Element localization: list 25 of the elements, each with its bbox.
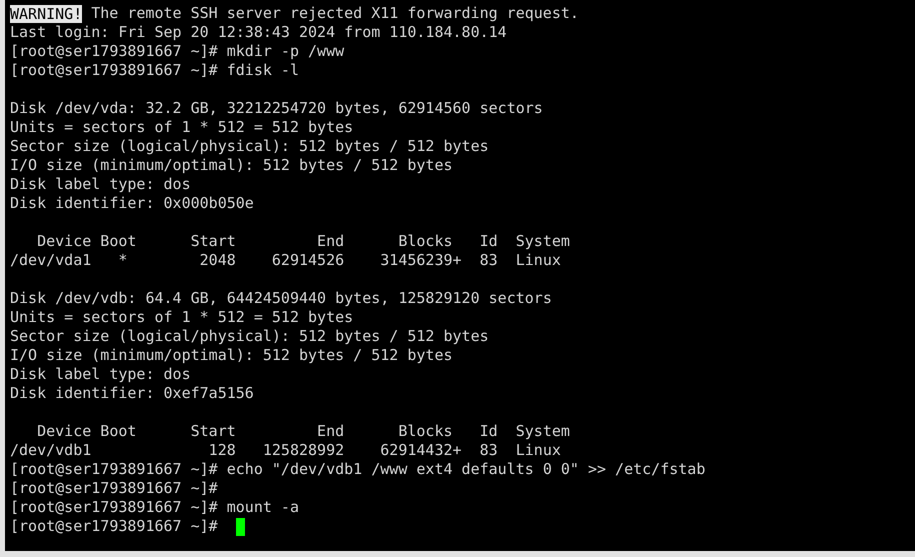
terminal-line: [root@ser1793891667 ~]# mkdir -p /www [10, 42, 344, 61]
terminal-line: I/O size (minimum/optimal): 512 bytes / 512 bytes [10, 156, 453, 175]
terminal-line: [root@ser1793891667 ~]# [10, 479, 218, 498]
terminal-line: Disk identifier: 0x000b050e [10, 194, 254, 213]
terminal-line: Sector size (logical/physical): 512 bytes / 512 bytes [10, 327, 489, 346]
terminal-line: The remote SSH server rejected X11 forwarding request. [91, 4, 579, 23]
terminal-line: Disk identifier: 0xef7a5156 [10, 384, 254, 403]
terminal-line: [root@ser1793891667 ~]# fdisk -l [10, 61, 299, 80]
terminal-line: Units = sectors of 1 * 512 = 512 bytes [10, 308, 354, 327]
terminal-line: Last login: Fri Sep 20 12:38:43 2024 from 110.184.80.14 [10, 23, 507, 42]
terminal-line: Device Boot Start End Blocks Id System [36, 232, 570, 251]
terminal-line: Disk label type: dos [10, 365, 191, 384]
terminal-line: Disk label type: dos [10, 175, 191, 194]
terminal-line: [root@ser1793891667 ~]# echo "/dev/vdb1 /www ext4 defaults 0 0" >> /etc/fstab [10, 460, 706, 479]
warning-label: WARNING! [10, 4, 82, 22]
terminal-line: Sector size (logical/physical): 512 bytes / 512 bytes [10, 137, 489, 156]
terminal-line: Device Boot Start End Blocks Id System [36, 422, 570, 441]
terminal-line: Disk /dev/vda: 32.2 GB, 32212254720 bytes, 62914560 sectors [10, 99, 543, 118]
terminal-line: /dev/vdb1 128 125828992 62914432+ 83 Linux [10, 441, 561, 460]
terminal-line: I/O size (minimum/optimal): 512 bytes / 512 bytes [10, 346, 453, 365]
terminal-line: [root@ser1793891667 ~]# mount -a [10, 498, 299, 517]
terminal-prompt: [root@ser1793891667 ~]# [10, 517, 218, 536]
terminal-line: /dev/vda1 * 2048 62914526 31456239+ 83 Linux [10, 251, 561, 270]
terminal-line: Disk /dev/vdb: 64.4 GB, 64424509440 bytes, 125829120 sectors [10, 289, 552, 308]
terminal-line: Units = sectors of 1 * 512 = 512 bytes [10, 118, 354, 137]
